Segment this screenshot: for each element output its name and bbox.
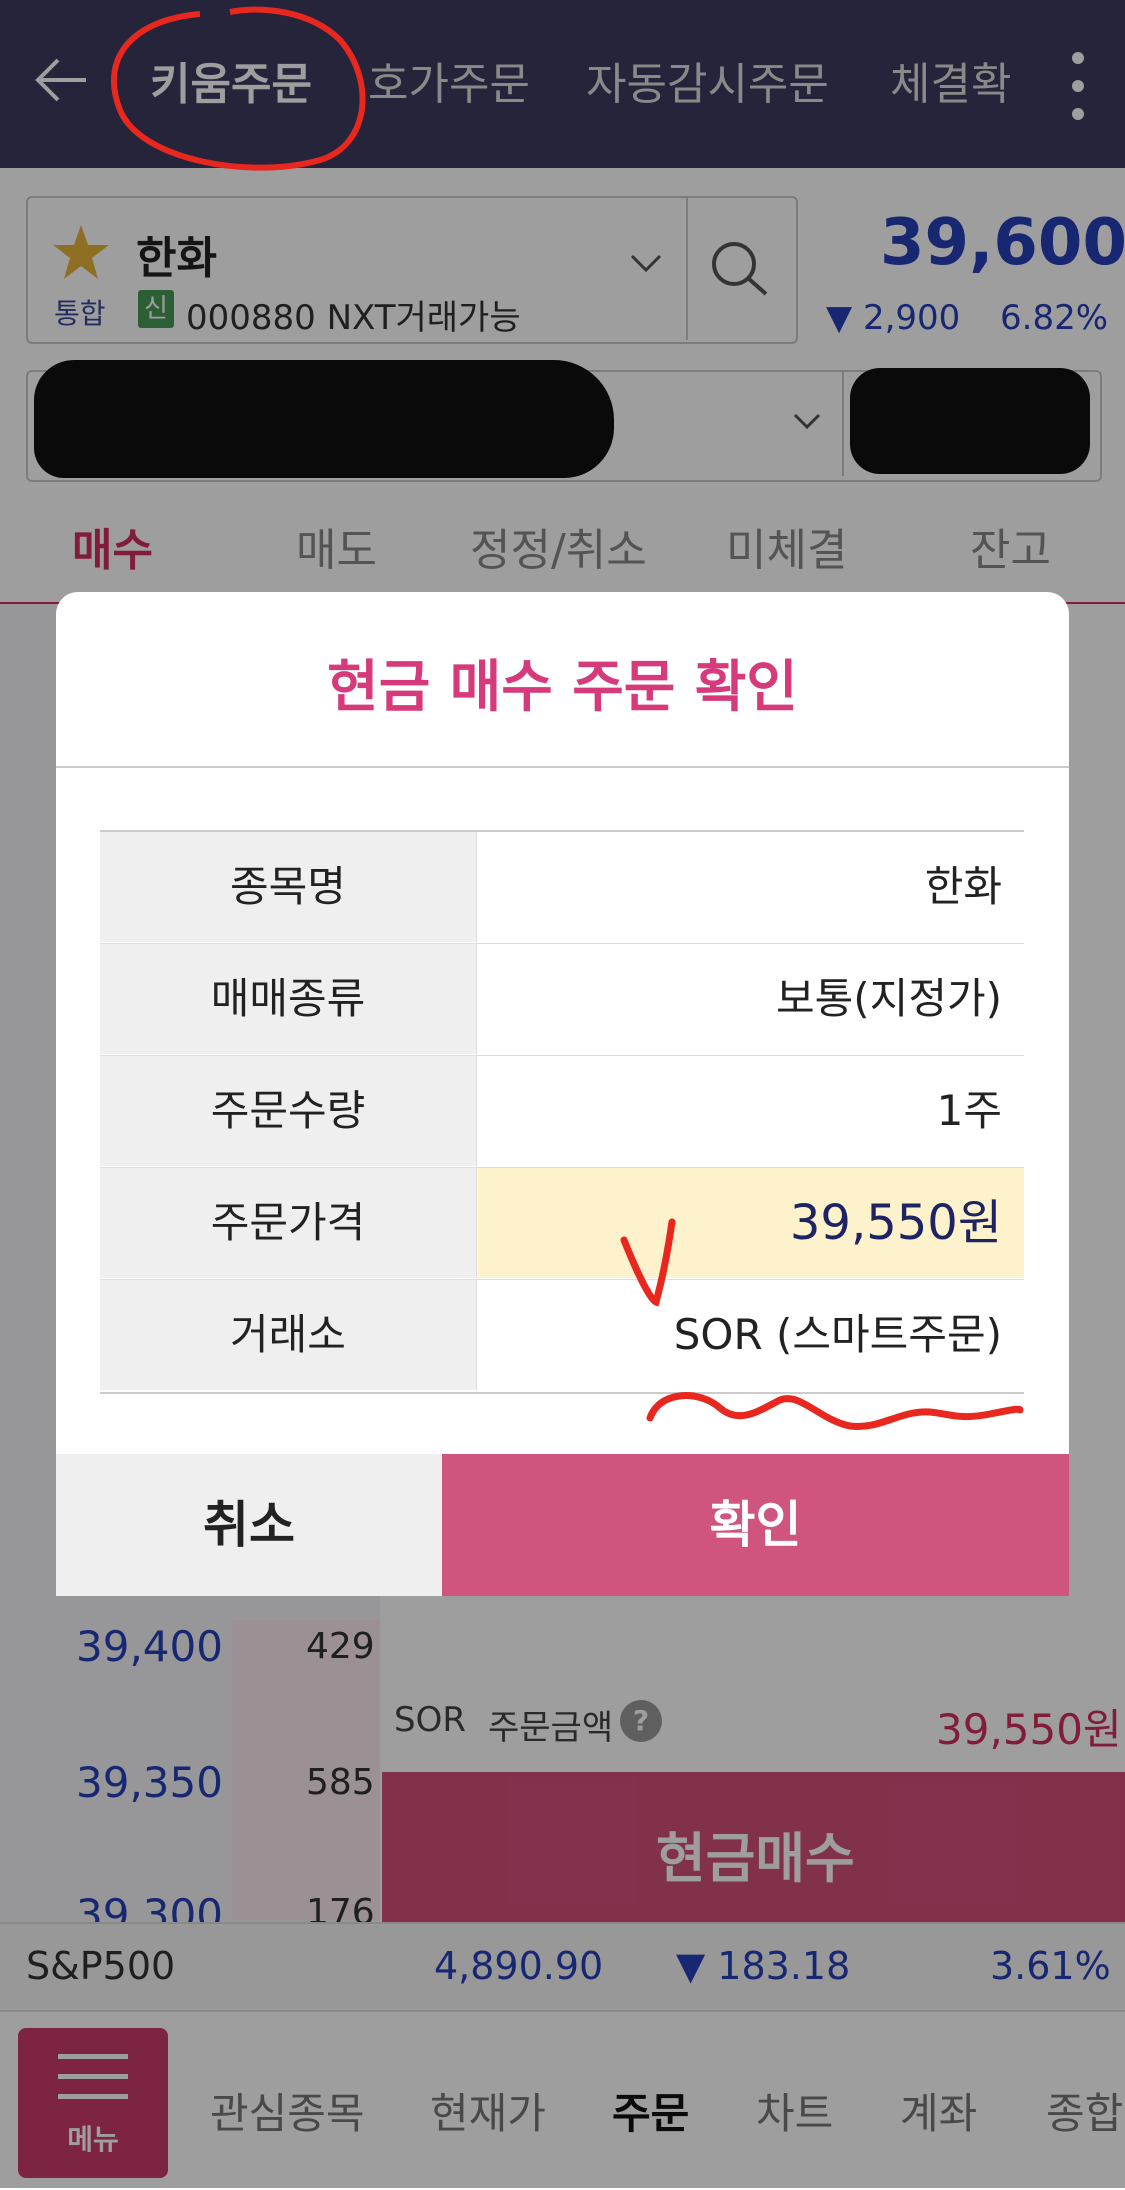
- dialog-title: 현금 매수 주문 확인: [327, 655, 798, 720]
- row-value-price: 39,550원: [478, 1168, 1024, 1278]
- dialog-divider: [56, 766, 1069, 768]
- row-value-stock-name: 한화: [924, 862, 1002, 911]
- confirm-button[interactable]: 확인: [442, 1454, 1069, 1596]
- row-value-quantity: 1주: [936, 1086, 1002, 1135]
- row-label-quantity: 주문수량: [100, 1056, 477, 1166]
- row-value-order-type: 보통(지정가): [776, 974, 1002, 1023]
- row-label-price: 주문가격: [100, 1168, 477, 1278]
- row-label-stock-name: 종목명: [100, 832, 477, 942]
- cancel-button[interactable]: 취소: [56, 1454, 442, 1596]
- row-value-exchange: SOR (스마트주문): [673, 1310, 1002, 1359]
- row-label-order-type: 매매종류: [100, 944, 477, 1054]
- row-label-exchange: 거래소: [100, 1280, 477, 1390]
